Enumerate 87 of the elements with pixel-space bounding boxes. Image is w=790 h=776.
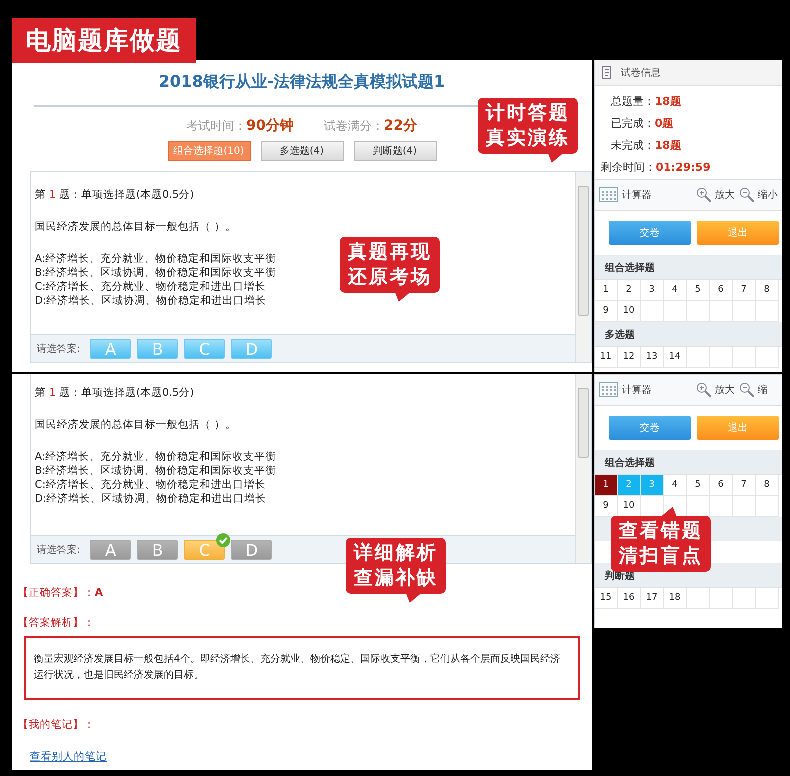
answer-prompt: 请选答案: [37,342,80,356]
exam-stat: 已完成：0题 [610,116,675,131]
question-number[interactable]: 6 [710,475,733,496]
question-number[interactable]: 5 [687,280,710,301]
grid-cell [756,496,779,517]
question-number[interactable]: 12 [618,347,641,368]
correct-answer: 【正确答案】：A [18,586,104,600]
question-number[interactable]: 4 [664,475,687,496]
callout-tail [395,292,411,302]
question-stem: 国民经济发展的总体目标一般包括（ ）。 [35,418,236,432]
question-number[interactable]: 17 [641,588,664,609]
question-number[interactable]: 9 [595,301,618,322]
grid-cell [641,301,664,322]
question-number[interactable]: 9 [595,496,618,517]
question-number[interactable]: 15 [595,588,618,609]
zoom-out-icon[interactable] [739,187,755,203]
question-number[interactable]: 8 [756,280,779,301]
callout-tail [548,153,564,163]
tool-label[interactable]: 缩小 [758,188,778,202]
question-number[interactable]: 2 [618,280,641,301]
exam-stat: 总题量：18题 [610,94,682,109]
question-number[interactable]: 1 [595,475,618,496]
tool-label[interactable]: 放大 [715,383,735,397]
answer-prompt: 请选答案: [37,544,80,556]
question-number[interactable]: 13 [641,347,664,368]
scrollbar[interactable] [575,172,591,362]
info-label: 试卷满分： [324,119,384,133]
banner-title: 电脑题库做题 [12,18,196,63]
analysis-heading: 【答案解析】： [18,616,95,630]
zoom-in-icon[interactable] [696,382,712,398]
info-label: 考试时间： [186,119,247,133]
callout-tail [406,593,422,603]
answer-option: C:经济增长、充分就业、物价稳定和进出口增长 [35,478,266,492]
notes-link[interactable]: 查看别人的笔记 [30,750,107,764]
answer-option: A:经济增长、充分就业、物价稳定和国际收支平衡 [35,252,277,266]
question-type-tab[interactable]: 多选题(4) [260,141,344,161]
grid-cell [733,496,756,517]
question-number[interactable]: 1 [595,280,618,301]
question-number[interactable]: 10 [618,301,641,322]
tool-label[interactable]: 计算器 [622,383,652,397]
grid-cell [687,301,710,322]
answer-option: A:经济增长、充分就业、物价稳定和国际收支平衡 [35,450,277,464]
question-number[interactable]: 14 [664,347,687,368]
answer-option: B:经济增长、区域协调、物价稳定和国际收支平衡 [35,266,277,280]
question-number[interactable]: 16 [618,588,641,609]
calculator-icon [599,382,619,398]
grid-cell [710,301,733,322]
grid-cell [710,496,733,517]
zoom-out-icon[interactable] [739,382,755,398]
question-number[interactable]: 8 [756,475,779,496]
answer-option: C:经济增长、充分就业、物价稳定和进出口增长 [35,280,266,294]
callout-tail [661,507,677,517]
question-number[interactable]: 5 [687,475,710,496]
calculator-icon [599,187,619,203]
notes-heading: 【我的笔记】： [18,718,95,732]
question-heading: 第 1 题：单项选择题(本题0.5分) [35,386,194,400]
question-number[interactable]: 7 [733,280,756,301]
question-number[interactable]: 11 [595,347,618,368]
exam-stat: 未完成：18题 [610,138,682,153]
tool-label[interactable]: 缩 [758,383,768,397]
tool-label[interactable]: 放大 [715,188,735,202]
question-number[interactable]: 4 [664,280,687,301]
answer-option: D:经济增长、区域协凋、物价稳定和进出口增长 [35,294,267,308]
scrollbar[interactable] [575,374,591,563]
exam-stat: 剩余时间：01:29:59 [601,160,712,175]
grid-cell [733,301,756,322]
section-heading: 组合选择题 [595,450,782,474]
question-number[interactable]: 18 [664,588,687,609]
grid-cell [756,301,779,322]
question-stem: 国民经济发展的总体目标一般包括（ ）。 [35,220,236,234]
question-number[interactable]: 3 [641,280,664,301]
answer-option: B:经济增长、区域协调、物价稳定和国际收支平衡 [35,464,277,478]
question-heading: 第 1 题：单项选择题(本题0.5分) [35,188,194,202]
grid-cell [664,301,687,322]
zoom-in-icon[interactable] [696,187,712,203]
sidebar-heading: 试卷信息 [621,66,661,80]
question-number[interactable]: 7 [733,475,756,496]
tool-label[interactable]: 计算器 [622,188,652,202]
question-type-tab[interactable]: 判断题(4) [354,141,436,161]
question-number[interactable]: 6 [710,280,733,301]
exam-title: 2018银行从业-法律法规全真模拟试题1 [158,71,446,93]
section-heading: 多选题 [595,322,782,346]
analysis-text: 衡量宏观经济发展目标一般包括4个。即经济增长、充分就业、物价稳定、国际收支平衡，它们从各个层面反映国民经济运行状况，也是旧民经济发展的目标。 [24,636,580,700]
section-heading: 组合选择题 [595,255,782,279]
info-value: 22分 [384,118,418,134]
info-value: 90分钟 [246,118,294,134]
answer-option: D:经济增长、区域协凋、物价稳定和进出口增长 [35,492,267,506]
